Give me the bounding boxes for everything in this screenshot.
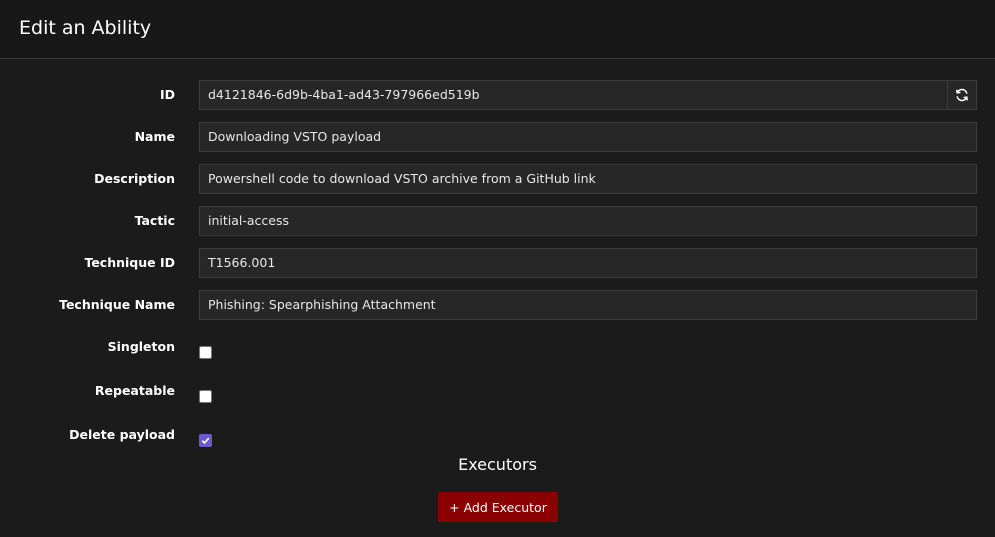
repeatable-label: Repeatable <box>94 383 175 398</box>
id-label: ID <box>159 87 175 102</box>
add-executor-button[interactable]: + Add Executor <box>438 492 558 522</box>
technique-name-field[interactable]: Phishing: Spearphishing Attachment <box>199 290 977 320</box>
page-title: Edit an Ability <box>19 17 152 39</box>
technique-name-label: Technique Name <box>59 297 175 312</box>
name-label: Name <box>134 129 175 144</box>
delete-payload-label: Delete payload <box>69 427 175 442</box>
singleton-label: Singleton <box>107 339 175 354</box>
id-field[interactable]: d4121846-6d9b-4ba1-ad43-797966ed519b <box>199 80 948 110</box>
tactic-field[interactable]: initial-access <box>199 206 977 236</box>
singleton-checkbox[interactable] <box>199 346 212 359</box>
regenerate-id-button[interactable] <box>947 80 977 110</box>
refresh-icon <box>955 88 969 102</box>
technique-id-label: Technique ID <box>84 255 175 270</box>
description-field[interactable]: Powershell code to download VSTO archive… <box>199 164 977 194</box>
check-icon <box>201 437 210 445</box>
page-header: Edit an Ability <box>0 0 995 59</box>
description-label: Description <box>94 171 175 186</box>
technique-id-field[interactable]: T1566.001 <box>199 248 977 278</box>
executors-heading: Executors <box>458 455 537 474</box>
delete-payload-checkbox[interactable] <box>199 434 212 447</box>
repeatable-checkbox[interactable] <box>199 390 212 403</box>
tactic-label: Tactic <box>134 213 175 228</box>
name-field[interactable]: Downloading VSTO payload <box>199 122 977 152</box>
